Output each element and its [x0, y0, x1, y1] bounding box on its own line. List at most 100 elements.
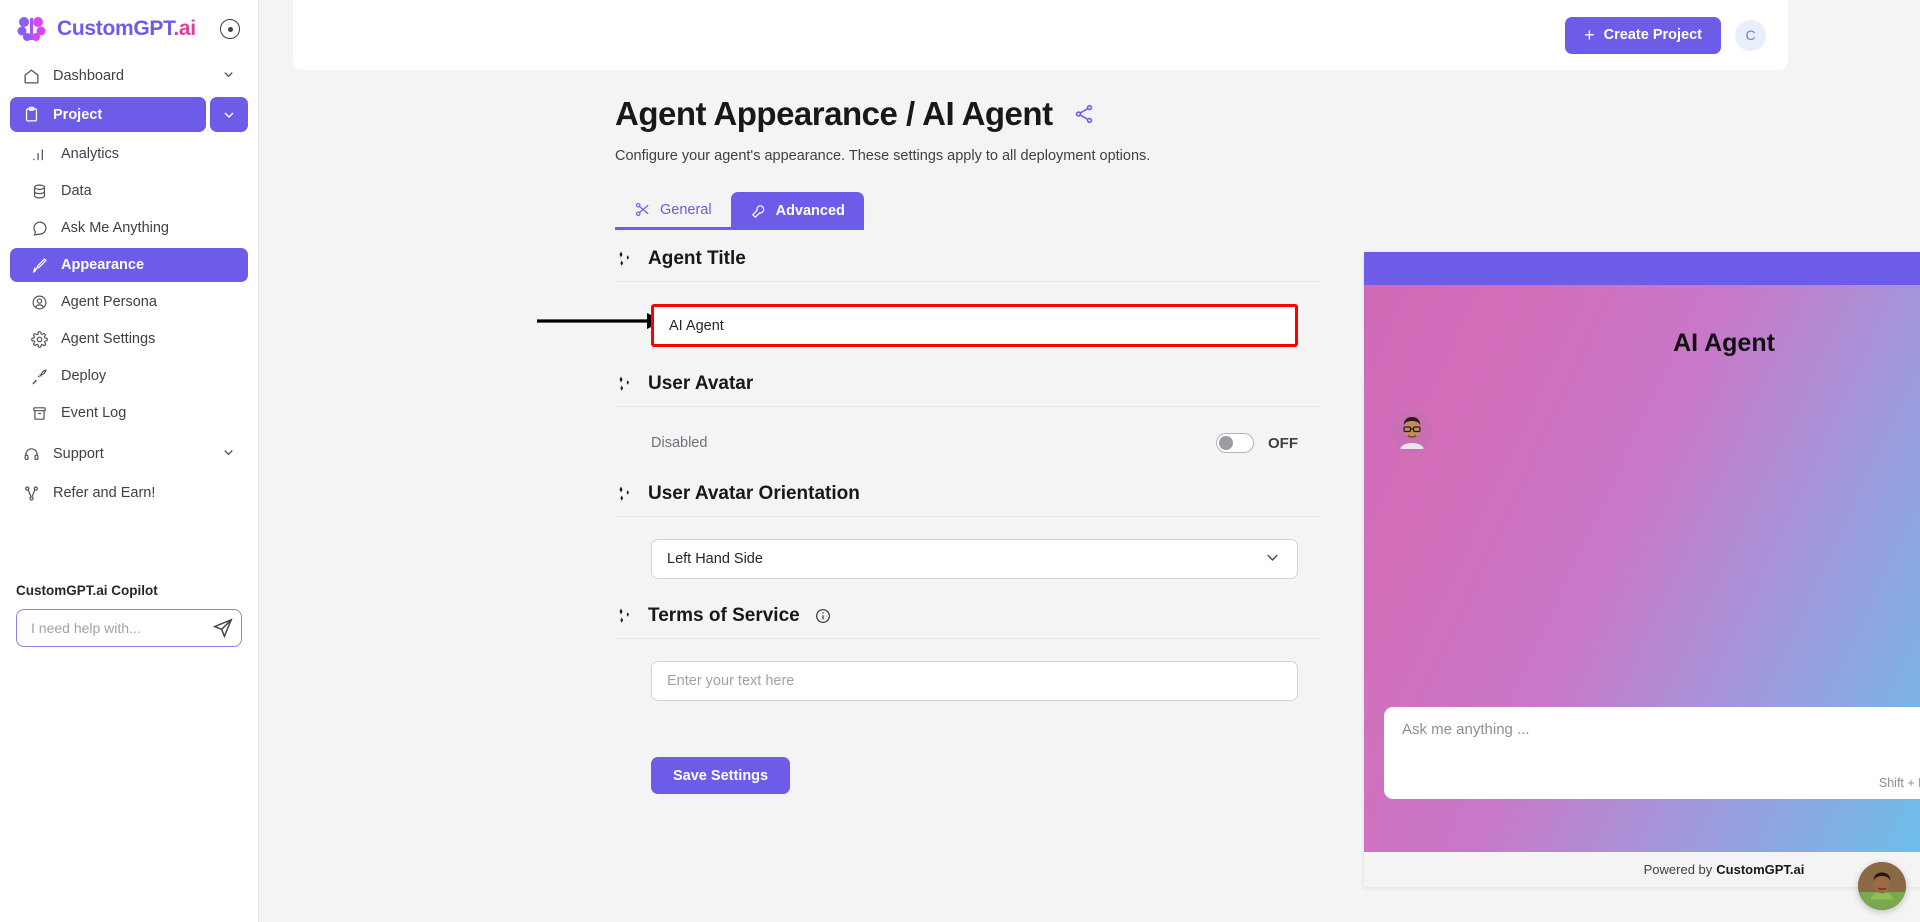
terms-of-service-header: Terms of Service	[615, 605, 1320, 639]
sidebar-item-label: Ask Me Anything	[61, 220, 169, 236]
chat-preview-header	[1364, 252, 1920, 285]
gear-icon	[30, 330, 48, 348]
support-agent-photo-icon	[1858, 862, 1906, 910]
chevron-down-icon	[221, 445, 236, 464]
plus-icon: +	[1584, 25, 1595, 45]
agent-title-input[interactable]	[651, 304, 1298, 347]
page-header: Agent Appearance / AI Agent Configure yo…	[615, 95, 1150, 164]
user-avatar-header: User Avatar	[615, 373, 1320, 407]
powered-by-text: Powered by	[1643, 862, 1713, 877]
sparkle-diamond-icon	[619, 486, 629, 501]
archive-icon	[30, 404, 48, 422]
create-project-button[interactable]: + Create Project	[1565, 16, 1721, 54]
chevron-down-icon	[221, 67, 236, 86]
user-avatar-state-label: Disabled	[651, 435, 708, 451]
sidebar-item-label: Analytics	[61, 146, 120, 162]
chat-user-avatar	[1391, 410, 1433, 452]
sidebar-item-deploy[interactable]: Deploy	[10, 359, 248, 393]
clipboard-icon	[22, 106, 40, 124]
chat-bubble-icon	[30, 219, 48, 237]
sidebar-item-label: Agent Persona	[61, 294, 157, 310]
scissors-icon	[635, 202, 649, 217]
sidebar-item-project[interactable]: Project	[10, 97, 206, 132]
wrench-icon	[751, 204, 764, 218]
sidebar-item-analytics[interactable]: Analytics	[10, 137, 248, 171]
tab-bar: General Advanced	[615, 192, 864, 230]
user-avatar-orientation-header: User Avatar Orientation	[615, 483, 1320, 517]
main-content: + Create Project C Agent Appearance / AI…	[259, 0, 1920, 922]
user-avatar-toggle[interactable]	[1216, 433, 1254, 453]
bar-chart-icon	[30, 145, 48, 163]
powered-by-brand: CustomGPT.ai	[1716, 862, 1805, 877]
info-icon[interactable]	[815, 608, 831, 624]
field-label: User Avatar Orientation	[648, 483, 860, 504]
tab-label: Advanced	[775, 203, 845, 219]
support-chat-widget-button[interactable]	[1858, 862, 1906, 910]
orientation-select-wrap: Left Hand Side	[651, 539, 1298, 579]
home-icon	[22, 67, 40, 85]
field-label: Agent Title	[648, 248, 746, 269]
sidebar-item-event-log[interactable]: Event Log	[10, 396, 248, 430]
brush-icon	[30, 256, 48, 274]
brand-name-primary: CustomGPT	[57, 17, 174, 40]
chevron-down-icon	[1263, 548, 1282, 571]
brand-name: CustomGPT.ai	[57, 17, 196, 41]
sidebar-item-agent-persona[interactable]: Agent Persona	[10, 285, 248, 319]
copilot-block: CustomGPT.ai Copilot	[0, 583, 258, 647]
user-circle-icon	[30, 293, 48, 311]
user-avatar[interactable]: C	[1735, 19, 1766, 51]
sidebar-item-appearance[interactable]: Appearance	[10, 248, 248, 282]
rocket-icon	[30, 367, 48, 385]
tab-advanced[interactable]: Advanced	[730, 192, 864, 230]
share-icon[interactable]	[1073, 103, 1095, 125]
user-avatar-toggle-label: OFF	[1268, 434, 1298, 452]
chat-preview-body: AI Agent Ask me anything ... Shift +	[1364, 285, 1920, 852]
terms-input-wrap	[651, 661, 1320, 701]
sidebar-item-data[interactable]: Data	[10, 174, 248, 208]
terms-of-service-input[interactable]	[651, 661, 1298, 701]
sparkle-diamond-icon	[619, 251, 629, 266]
sidebar-item-label: Project	[53, 106, 103, 123]
sidebar: CustomGPT.ai Dashboard Project Analytics…	[0, 0, 259, 922]
settings-form: Agent Title User Avatar Disabled OFF	[615, 248, 1320, 794]
sidebar-item-label: Support	[53, 446, 104, 462]
sidebar-item-label: Dashboard	[53, 68, 124, 84]
create-project-label: Create Project	[1603, 27, 1702, 43]
user-avatar-orientation-select[interactable]: Left Hand Side	[651, 539, 1298, 579]
tab-label: General	[660, 201, 712, 218]
agent-title-header: Agent Title	[615, 248, 1320, 282]
sidebar-item-ask-me-anything[interactable]: Ask Me Anything	[10, 211, 248, 245]
send-icon[interactable]	[212, 617, 234, 639]
nav-group-bottom: Support Refer and Earn!	[0, 436, 258, 511]
chat-preview-footer: Powered by CustomGPT.ai	[1364, 852, 1920, 887]
sidebar-item-label: Appearance	[61, 257, 145, 273]
tab-general[interactable]: General	[615, 192, 731, 230]
sidebar-item-agent-settings[interactable]: Agent Settings	[10, 322, 248, 356]
select-value: Left Hand Side	[667, 551, 763, 567]
copilot-input[interactable]	[31, 620, 212, 636]
app-root: CustomGPT.ai Dashboard Project Analytics…	[0, 0, 1920, 922]
database-icon	[30, 182, 48, 200]
brand-name-suffix: .ai	[173, 17, 196, 40]
sidebar-item-support[interactable]: Support	[10, 436, 248, 472]
top-bar: + Create Project C	[293, 0, 1788, 70]
copilot-input-wrap[interactable]	[16, 609, 242, 647]
page-title: Agent Appearance / AI Agent	[615, 95, 1053, 132]
brand-row: CustomGPT.ai	[0, 0, 258, 58]
save-settings-button[interactable]: Save Settings	[651, 757, 791, 794]
sidebar-item-label: Agent Settings	[61, 331, 156, 347]
sidebar-item-label: Refer and Earn!	[53, 485, 156, 501]
sidebar-item-refer-and-earn[interactable]: Refer and Earn!	[10, 475, 248, 511]
nav-group-top: Dashboard	[0, 58, 258, 94]
chat-input-box[interactable]: Ask me anything ... Shift + Enter to add…	[1384, 707, 1920, 799]
chat-preview-panel: AI Agent Ask me anything ... Shift + Pow…	[1364, 252, 1920, 887]
sidebar-item-dashboard[interactable]: Dashboard	[10, 58, 248, 94]
sidebar-collapse-icon[interactable]	[220, 19, 240, 39]
headset-icon	[22, 445, 40, 463]
agent-title-input-wrap	[651, 304, 1320, 347]
project-expand-icon[interactable]	[210, 97, 248, 132]
sidebar-item-label: Deploy	[61, 368, 107, 384]
user-avatar-toggle-row: Disabled OFF	[651, 433, 1298, 453]
field-label: Terms of Service	[648, 605, 800, 626]
page-subtitle: Configure your agent's appearance. These…	[615, 148, 1151, 164]
